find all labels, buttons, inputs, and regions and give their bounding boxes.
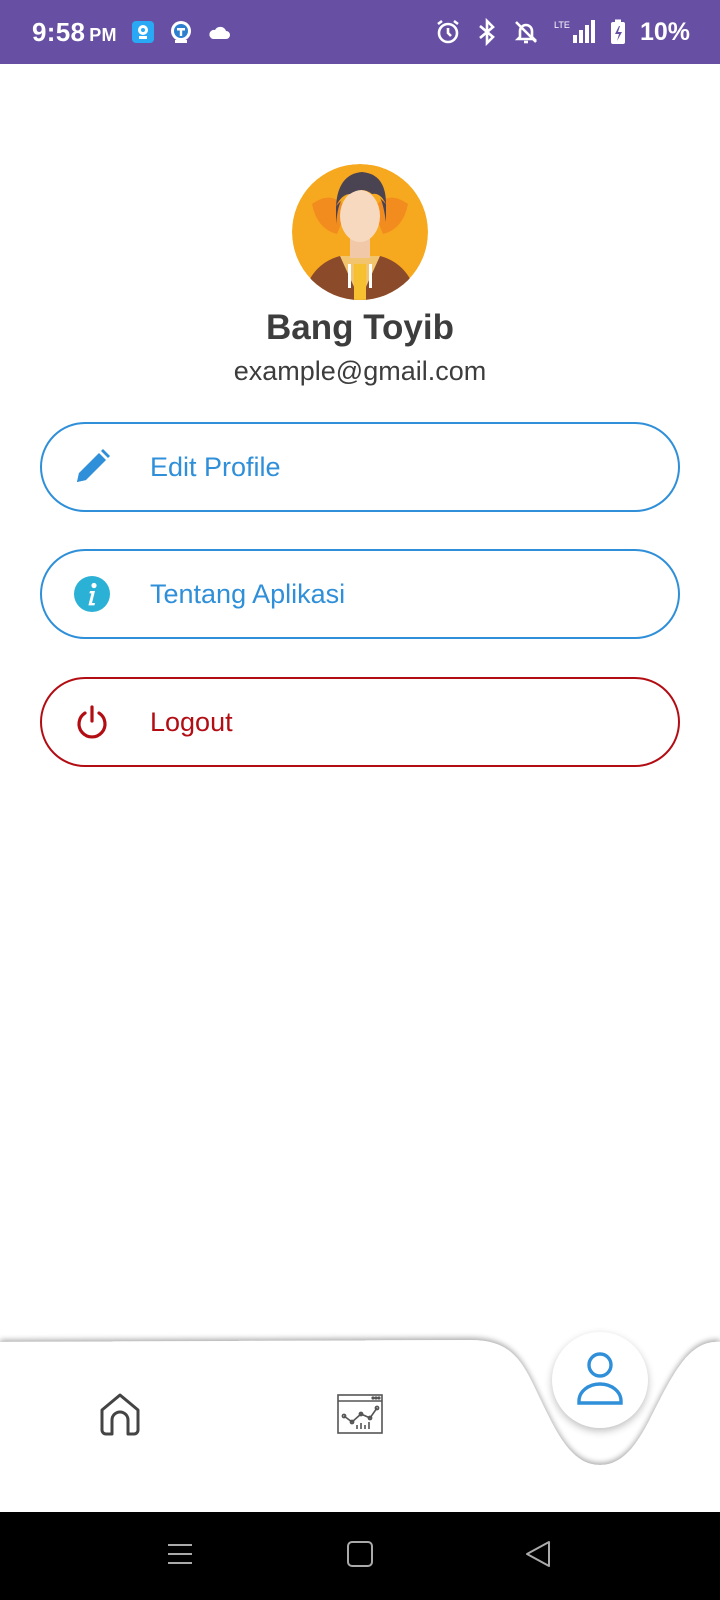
status-time: 9:58 PM — [32, 17, 117, 48]
system-nav-bar — [0, 1512, 720, 1600]
notifications-off-icon — [512, 18, 540, 46]
app-icon-2 — [169, 20, 193, 44]
profile-icon — [575, 1351, 625, 1410]
edit-profile-button[interactable]: Edit Profile — [40, 422, 680, 512]
square-icon — [347, 1540, 373, 1572]
about-app-button[interactable]: Tentang Aplikasi — [40, 549, 680, 639]
pencil-icon — [72, 447, 112, 487]
alarm-icon — [434, 18, 462, 46]
nav-statistics[interactable] — [330, 1386, 390, 1446]
nav-profile-active[interactable] — [552, 1332, 648, 1428]
about-app-label: Tentang Aplikasi — [150, 578, 346, 609]
signal-icon: LTE — [554, 19, 596, 45]
logout-label: Logout — [150, 706, 233, 737]
avatar — [292, 164, 428, 300]
time-text: 9:58 — [32, 16, 86, 47]
back-button[interactable] — [498, 1512, 578, 1600]
profile-email: example@gmail.com — [233, 356, 487, 386]
lte-label: LTE — [554, 20, 570, 30]
status-left: 9:58 PM — [32, 17, 231, 48]
battery-percent: 10% — [639, 17, 690, 46]
status-bar: 9:58 PM LTE 10% — [0, 0, 720, 64]
profile-name: Bang Toyib — [266, 308, 454, 347]
nav-home[interactable] — [90, 1386, 150, 1446]
info-icon — [72, 574, 112, 614]
recent-apps-button[interactable] — [140, 1512, 220, 1600]
back-triangle-icon — [525, 1540, 551, 1573]
menu-icon — [167, 1542, 193, 1571]
app-icon-1 — [131, 20, 155, 44]
edit-profile-label: Edit Profile — [150, 451, 281, 482]
bluetooth-icon — [476, 18, 498, 46]
cloud-icon — [207, 23, 231, 41]
status-right: LTE 10% — [434, 18, 690, 47]
home-icon — [96, 1390, 144, 1443]
home-system-button[interactable] — [320, 1512, 400, 1600]
ampm-text: PM — [89, 24, 117, 45]
power-icon — [72, 702, 112, 742]
battery-charging-icon — [610, 19, 626, 45]
chart-icon — [337, 1393, 383, 1439]
logout-button[interactable]: Logout — [40, 677, 680, 767]
